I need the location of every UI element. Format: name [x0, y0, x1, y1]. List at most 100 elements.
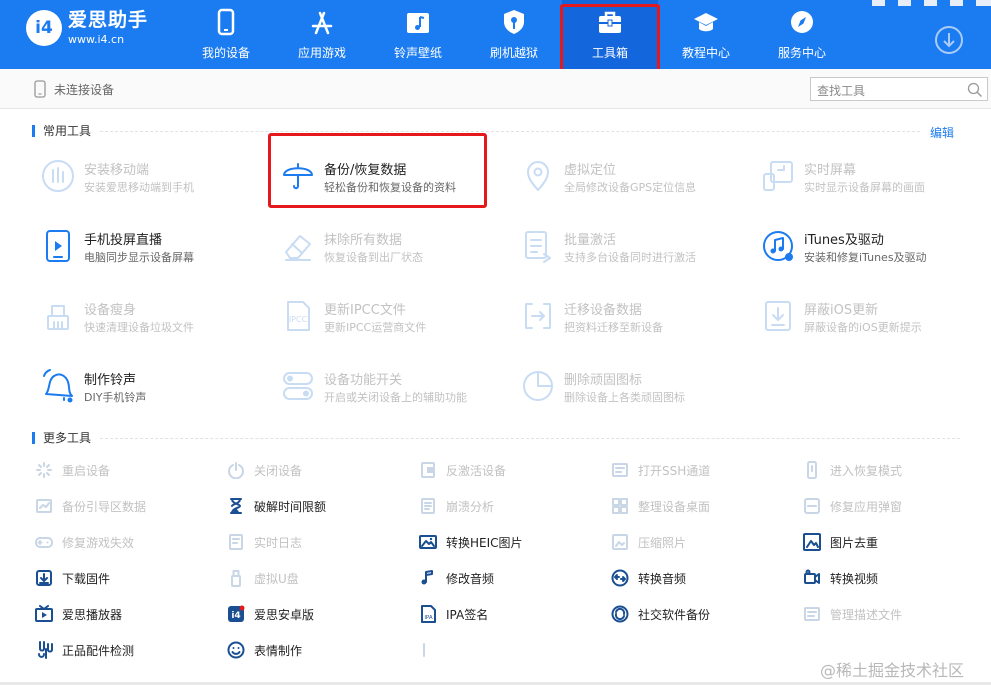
tool-eraser[interactable]: 抹除所有数据 恢复设备到出厂状态: [280, 225, 510, 269]
more-tool-name: 压缩照片: [638, 535, 687, 550]
tool-itunes[interactable]: iTunes及驱动 安装和修复iTunes及驱动: [760, 225, 990, 269]
window-edge: [976, 0, 991, 6]
section-title-common: 常用工具: [32, 125, 91, 137]
nav-flash-jailbreak[interactable]: 刷机越狱: [466, 0, 562, 69]
phone-outline-icon: [34, 80, 46, 98]
graduation-cap-icon: [694, 13, 718, 32]
boot-backup-icon: [36, 499, 52, 513]
more-tool-power[interactable]: 关闭设备: [227, 460, 407, 480]
more-tool-partial-tool[interactable]: [419, 640, 599, 660]
tool-block-update[interactable]: 屏蔽iOS更新 屏蔽设备的iOS更新提示: [760, 295, 990, 339]
tool-toggle[interactable]: 设备功能开关 开启或关闭设备上的辅助功能: [280, 365, 510, 409]
tool-name: 迁移设备数据: [564, 303, 643, 318]
minimize-control[interactable]: [872, 0, 885, 6]
ipa-sign-icon: IPA: [421, 605, 436, 623]
tool-broom[interactable]: 设备瘦身 快速清理设备垃圾文件: [40, 295, 270, 339]
more-tool-i4-android[interactable]: i4 爱思安卓版: [227, 604, 407, 624]
tool-desc: 支持多台设备同时进行激活: [564, 251, 696, 264]
nav-label: 服务中心: [777, 46, 826, 60]
more-tool-audio-edit[interactable]: 修改音频: [419, 568, 599, 588]
more-tool-ssh[interactable]: 打开SSH通道: [611, 460, 791, 480]
download-circle-icon[interactable]: [934, 25, 964, 55]
nav-ringtones-wallpapers[interactable]: 铃声壁纸: [370, 0, 466, 69]
more-tool-name: 修复游戏失效: [62, 535, 135, 550]
search-placeholder: 查找工具: [817, 84, 866, 98]
nav-my-device[interactable]: 我的设备: [178, 0, 274, 69]
more-tool-profile[interactable]: 管理描述文件: [803, 604, 983, 624]
more-tool-ipa-sign[interactable]: IPA IPA签名: [419, 604, 599, 624]
more-tool-desktop-grid[interactable]: 整理设备桌面: [611, 496, 791, 516]
tool-name: 手机投屏直播: [84, 233, 163, 248]
more-tool-name: 崩溃分析: [446, 499, 495, 514]
close-control[interactable]: [950, 0, 963, 6]
migrate-icon: [525, 303, 551, 329]
nav-toolbox[interactable]: 工具箱: [562, 0, 658, 69]
more-tool-name: 管理描述文件: [830, 607, 903, 622]
more-tool-name: 反激活设备: [446, 463, 507, 478]
more-tool-name: 转换HEIC图片: [446, 535, 523, 550]
itunes-icon: [763, 231, 793, 261]
install-mobile-icon: [42, 160, 74, 192]
more-tool-name: 正品配件检测: [62, 643, 135, 658]
tool-phone-cast[interactable]: 手机投屏直播 电脑同步显示设备屏幕: [40, 225, 270, 269]
phone-icon: [217, 8, 235, 36]
partial-tool-icon: [423, 643, 425, 657]
more-tool-firmware-download[interactable]: 下载固件: [35, 568, 215, 588]
more-tool-audio-convert[interactable]: 转换音频: [611, 568, 791, 588]
tool-name: 更新IPCC文件: [324, 303, 406, 318]
edit-link[interactable]: 编辑: [930, 124, 954, 141]
more-tool-deactivate[interactable]: 反激活设备: [419, 460, 599, 480]
tool-ipcc-file[interactable]: IPCC 更新IPCC文件 更新IPCC运营商文件: [280, 295, 510, 339]
tool-umbrella[interactable]: 备份/恢复数据 轻松备份和恢复设备的资料: [280, 155, 510, 199]
more-tool-compress-photo[interactable]: 压缩照片: [611, 532, 791, 552]
tool-desc: 安装爱思移动端到手机: [84, 181, 194, 194]
search-icon[interactable]: [967, 82, 983, 98]
more-tool-social-backup[interactable]: 社交软件备份: [611, 604, 791, 624]
tool-pie-clock[interactable]: 删除顽固图标 删除设备上各类顽固图标: [520, 365, 750, 409]
more-tool-name: 破解时间限额: [254, 499, 327, 514]
more-tool-video-convert[interactable]: 转换视频: [803, 568, 983, 588]
deactivate-icon: [421, 462, 435, 478]
tool-screen-mirror[interactable]: 实时屏幕 实时显示设备屏幕的画面: [760, 155, 990, 199]
tool-batch-activate[interactable]: 批量激活 支持多台设备同时进行激活: [520, 225, 750, 269]
maximize-control[interactable]: [898, 0, 911, 6]
tool-name: 抹除所有数据: [324, 233, 403, 248]
more-tool-name: 爱思安卓版: [254, 607, 315, 622]
nav-tutorials[interactable]: 教程中心: [658, 0, 754, 69]
more-tool-name: IPA签名: [446, 607, 489, 622]
restore-control[interactable]: [924, 0, 937, 6]
tool-name: 删除顽固图标: [564, 373, 643, 388]
tool-migrate[interactable]: 迁移设备数据 把资料迁移至新设备: [520, 295, 750, 339]
tool-install-mobile[interactable]: 安装移动端 安装爱思移动端到手机: [40, 155, 270, 199]
top-header: i4 爱思助手 www.i4.cn 我的设备 应用游戏 铃声壁纸 刷机越狱 工具…: [0, 0, 991, 69]
search-input[interactable]: 查找工具: [810, 77, 988, 101]
more-tool-player[interactable]: 爱思播放器: [35, 604, 215, 624]
more-tool-heic-image[interactable]: 转换HEIC图片: [419, 532, 599, 552]
nav-label: 教程中心: [681, 46, 730, 60]
tool-bell[interactable]: 制作铃声 DIY手机铃声: [40, 365, 270, 409]
more-tool-accessory-check[interactable]: 正品配件检测: [35, 640, 215, 660]
audio-edit-icon: [421, 570, 433, 585]
more-tool-name: 备份引导区数据: [62, 499, 147, 514]
tool-location-pin[interactable]: 虚拟定位 全局修改设备GPS定位信息: [520, 155, 750, 199]
brand-logo: i4 爱思助手 www.i4.cn: [26, 10, 148, 46]
more-tool-dedupe-image[interactable]: 图片去重: [803, 532, 983, 552]
more-tool-usb-drive[interactable]: 虚拟U盘: [227, 568, 407, 588]
more-tool-emoji[interactable]: 表情制作: [227, 640, 407, 660]
more-tool-gamepad[interactable]: 修复游戏失效: [35, 532, 215, 552]
heic-image-icon: [419, 535, 437, 549]
nav-apps-games[interactable]: 应用游戏: [274, 0, 370, 69]
more-tool-log[interactable]: 实时日志: [227, 532, 407, 552]
tool-desc: DIY手机铃声: [84, 391, 147, 404]
nav-service-center[interactable]: 服务中心: [754, 0, 850, 69]
tool-desc: 实时显示设备屏幕的画面: [804, 181, 925, 194]
batch-activate-icon: [525, 231, 551, 263]
svg-text:IPA: IPA: [424, 615, 433, 621]
more-tool-crash-log[interactable]: 崩溃分析: [419, 496, 599, 516]
more-tool-fix-popup[interactable]: 修复应用弹窗: [803, 496, 983, 516]
more-tool-recovery[interactable]: 进入恢复模式: [803, 460, 983, 480]
eraser-icon: [285, 235, 311, 261]
more-tool-restart[interactable]: 重启设备: [35, 460, 215, 480]
more-tool-hourglass[interactable]: 破解时间限额: [227, 496, 407, 516]
more-tool-boot-backup[interactable]: 备份引导区数据: [35, 496, 215, 516]
